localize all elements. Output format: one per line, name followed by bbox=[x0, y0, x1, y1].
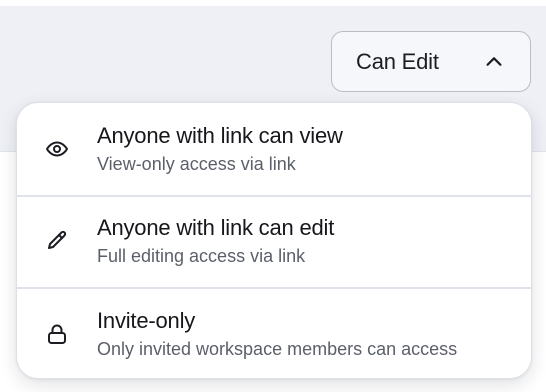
share-settings-panel: Can Edit Anyone with link can view View-… bbox=[0, 0, 546, 392]
menu-item-edit-link[interactable]: Anyone with link can edit Full editing a… bbox=[17, 195, 531, 287]
menu-item-view-link[interactable]: Anyone with link can view View-only acce… bbox=[17, 103, 531, 195]
menu-item-text: Anyone with link can view View-only acce… bbox=[97, 123, 343, 175]
lock-icon bbox=[44, 321, 70, 347]
menu-item-text: Invite-only Only invited workspace membe… bbox=[97, 308, 457, 360]
permission-dropdown-button[interactable]: Can Edit bbox=[331, 31, 531, 92]
menu-item-title: Invite-only bbox=[97, 308, 196, 333]
chevron-up-icon bbox=[482, 50, 506, 74]
permission-dropdown-value: Can Edit bbox=[356, 48, 439, 74]
link-access-menu: Anyone with link can view View-only acce… bbox=[16, 102, 532, 379]
menu-item-description: Only invited workspace members can acces… bbox=[97, 339, 458, 359]
pencil-icon bbox=[44, 228, 70, 254]
menu-item-text: Anyone with link can edit Full editing a… bbox=[97, 215, 334, 267]
menu-item-description: View-only access via link bbox=[97, 154, 296, 174]
menu-item-title: Anyone with link can view bbox=[97, 123, 343, 148]
menu-item-description: Full editing access via link bbox=[97, 246, 306, 266]
menu-item-title: Anyone with link can edit bbox=[97, 215, 335, 240]
eye-icon bbox=[44, 136, 70, 162]
menu-item-invite-only[interactable]: Invite-only Only invited workspace membe… bbox=[17, 287, 531, 378]
